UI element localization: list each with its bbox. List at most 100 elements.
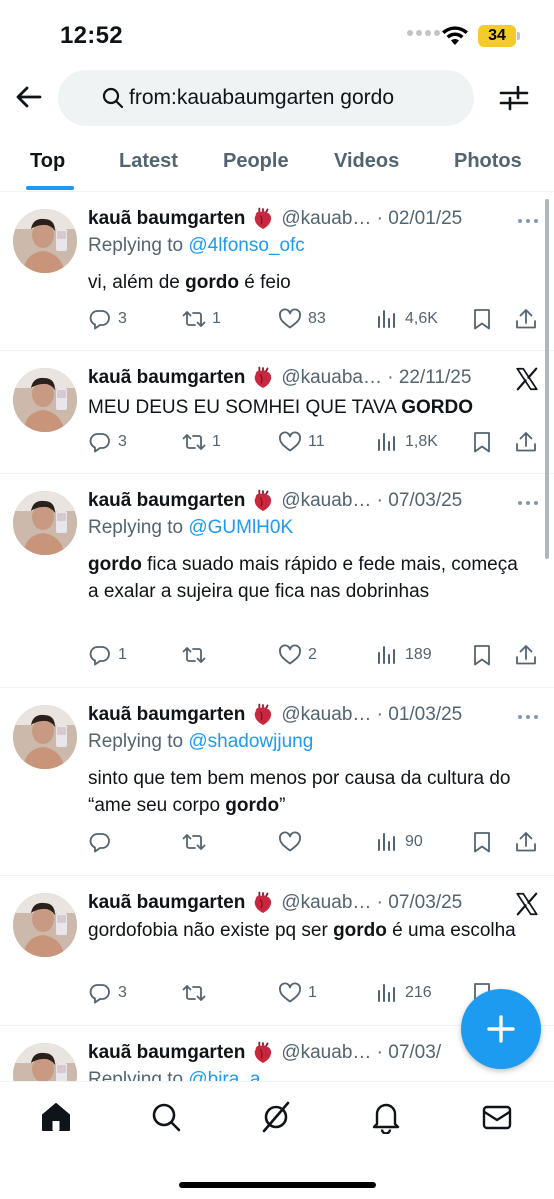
handle-and-date[interactable]: @kauab… · 01/03/25: [281, 704, 462, 726]
share-button[interactable]: [514, 830, 538, 854]
views-button[interactable]: 189: [375, 643, 432, 667]
status-time: 12:52: [60, 22, 123, 49]
share-icon: [514, 830, 538, 854]
messages-envelope-icon[interactable]: [480, 1100, 514, 1134]
avatar[interactable]: [13, 1043, 77, 1081]
share-button[interactable]: [514, 643, 538, 667]
handle-and-date[interactable]: @kauab… · 07/03/25: [281, 490, 462, 512]
views-button[interactable]: 1,8K: [375, 430, 438, 454]
scrollbar[interactable]: [545, 199, 549, 559]
like-count: 11: [308, 433, 325, 450]
like-button[interactable]: [278, 830, 308, 854]
back-arrow-icon[interactable]: [14, 82, 44, 112]
search-term-highlight: gordo: [333, 920, 387, 941]
replying-to-handle[interactable]: @shadowjjung: [188, 731, 313, 752]
reply-button[interactable]: 1: [88, 643, 127, 667]
like-count: 2: [308, 646, 317, 663]
handle-and-date[interactable]: @kauab… · 02/01/25: [281, 208, 462, 230]
tweet-text: gordo fica suado mais rápido e fede mais…: [88, 551, 528, 605]
more-options-icon[interactable]: [516, 499, 540, 507]
handle-and-date[interactable]: @kauab… · 07/03/: [281, 1042, 441, 1064]
filter-settings-icon[interactable]: [498, 82, 530, 114]
retweet-button[interactable]: [182, 981, 212, 1005]
avatar[interactable]: [13, 368, 77, 432]
retweet-button[interactable]: 1: [182, 307, 221, 331]
search-results-feed[interactable]: kauã baumgarten @kauab… · 02/01/25 Reply…: [0, 193, 554, 1081]
bookmark-button[interactable]: [470, 830, 494, 854]
tweet[interactable]: kauã baumgarten @kauab… · 07/03/25 Reply…: [0, 475, 554, 688]
share-button[interactable]: [514, 430, 538, 454]
compose-post-button[interactable]: [461, 989, 541, 1069]
replying-to-label: Replying to: [88, 731, 184, 752]
tweet-text-part: sinto que tem bem menos por causa da cul…: [88, 768, 511, 816]
display-name[interactable]: kauã baumgarten: [88, 892, 245, 914]
avatar[interactable]: [13, 491, 77, 555]
reply-count: 3: [118, 433, 127, 450]
retweet-icon: [182, 430, 206, 454]
bookmark-button[interactable]: [470, 643, 494, 667]
retweet-button[interactable]: [182, 643, 212, 667]
more-options-icon[interactable]: [516, 713, 540, 721]
share-button[interactable]: [514, 307, 538, 331]
more-options-icon[interactable]: [516, 217, 540, 225]
tweet-header: kauã baumgarten @kauab… · 07/03/25: [88, 487, 462, 515]
replying-to-handle[interactable]: @4lfonso_ofc: [188, 235, 304, 256]
display-name[interactable]: kauã baumgarten: [88, 367, 245, 389]
display-name[interactable]: kauã baumgarten: [88, 208, 245, 230]
tweet-header: kauã baumgarten @kauab… · 01/03/25: [88, 701, 462, 729]
handle-and-date[interactable]: @kauaba… · 22/11/25: [281, 367, 471, 389]
like-button[interactable]: 83: [278, 307, 326, 331]
display-name[interactable]: kauã baumgarten: [88, 704, 245, 726]
retweet-count: 1: [212, 310, 221, 327]
tweet-text-part: é feio: [238, 272, 291, 293]
reply-button[interactable]: [88, 830, 118, 854]
search-icon[interactable]: [149, 1100, 183, 1134]
display-name[interactable]: kauã baumgarten: [88, 1042, 245, 1064]
replying-to-handle[interactable]: @bira_a: [188, 1069, 260, 1081]
like-button[interactable]: 11: [278, 430, 325, 454]
like-icon: [278, 830, 302, 854]
replying-to: Replying to @bira_a: [88, 1069, 260, 1081]
bookmark-button[interactable]: [470, 430, 494, 454]
tab-people[interactable]: People: [223, 150, 289, 173]
wifi-icon: [442, 26, 468, 45]
tweet-text: gordofobia não existe pq ser gordo é uma…: [88, 917, 528, 944]
share-icon: [514, 430, 538, 454]
replying-to-handle[interactable]: @GUMlH0K: [188, 517, 293, 538]
bookmark-icon: [470, 830, 494, 854]
display-name[interactable]: kauã baumgarten: [88, 490, 245, 512]
tab-latest[interactable]: Latest: [119, 150, 178, 173]
views-icon: [375, 307, 399, 331]
tweet[interactable]: kauã baumgarten @kauab… · 02/01/25 Reply…: [0, 193, 554, 351]
tweet[interactable]: kauã baumgarten @kauaba… · 22/11/25 MEU …: [0, 352, 554, 474]
tab-photos[interactable]: Photos: [454, 150, 522, 173]
views-button[interactable]: 90: [375, 830, 423, 854]
tweet-actions: 3 1 83 4,6K: [88, 307, 542, 335]
views-button[interactable]: 4,6K: [375, 307, 438, 331]
tab-top[interactable]: Top: [30, 150, 65, 173]
home-icon[interactable]: [39, 1100, 73, 1134]
avatar[interactable]: [13, 893, 77, 957]
tweet-header: kauã baumgarten @kauaba… · 22/11/25: [88, 364, 471, 392]
avatar[interactable]: [13, 705, 77, 769]
reply-button[interactable]: 3: [88, 430, 127, 454]
avatar[interactable]: [13, 209, 77, 273]
like-button[interactable]: 2: [278, 643, 317, 667]
tab-videos[interactable]: Videos: [334, 150, 399, 173]
like-button[interactable]: 1: [278, 981, 317, 1005]
like-count: 83: [308, 310, 326, 327]
handle-and-date[interactable]: @kauab… · 07/03/25: [281, 892, 462, 914]
notifications-bell-icon[interactable]: [369, 1100, 403, 1134]
replying-to-label: Replying to: [88, 517, 184, 538]
reply-button[interactable]: 3: [88, 307, 127, 331]
search-input[interactable]: from:kauabaumgarten gordo: [58, 70, 474, 126]
bookmark-button[interactable]: [470, 307, 494, 331]
views-button[interactable]: 216: [375, 981, 432, 1005]
retweet-button[interactable]: [182, 830, 212, 854]
retweet-button[interactable]: 1: [182, 430, 221, 454]
grok-icon[interactable]: [259, 1100, 293, 1134]
reply-button[interactable]: 3: [88, 981, 127, 1005]
tweet[interactable]: kauã baumgarten @kauab… · 01/03/25 Reply…: [0, 689, 554, 876]
search-header: from:kauabaumgarten gordo: [0, 68, 554, 128]
tweet-actions: 1 2 189: [88, 643, 542, 671]
